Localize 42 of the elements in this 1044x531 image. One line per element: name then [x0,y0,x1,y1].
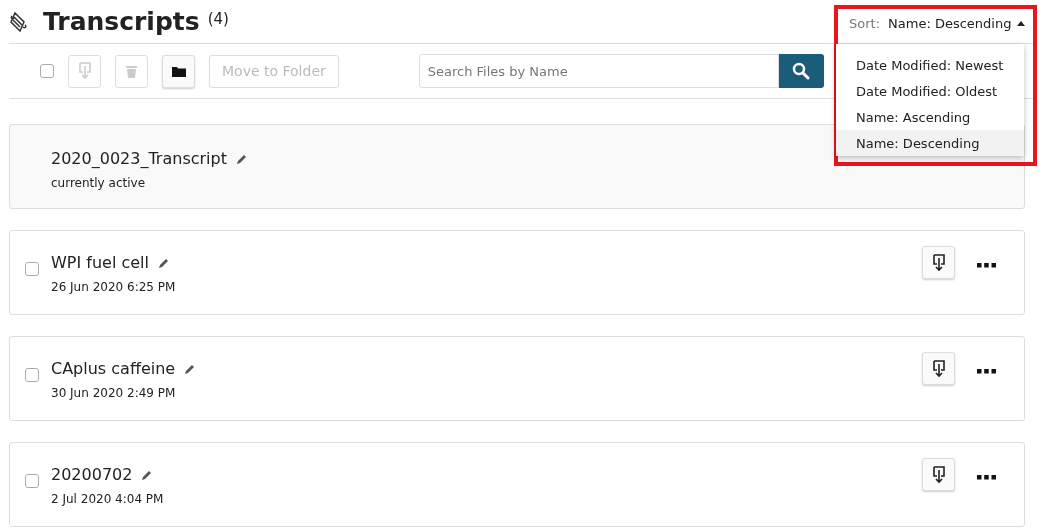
file-name: WPI fuel cell [51,253,149,272]
sort-option[interactable]: Name: Descending [836,130,1024,156]
sort-label: Sort: [849,16,881,31]
file-checkbox[interactable] [25,262,39,276]
file-name: 20200702 [51,465,133,484]
file-count: (4) [207,9,229,28]
download-icon [931,359,946,378]
download-button[interactable] [922,458,955,491]
download-icon [931,253,946,272]
file-date: 2 Jul 2020 4:04 PM [51,492,165,506]
sort-dropdown[interactable]: Name: Descending [888,16,1026,31]
download-icon [77,62,92,80]
download-button[interactable] [922,352,955,385]
file-checkbox[interactable] [25,474,39,488]
download-button[interactable] [922,246,955,279]
folder-button[interactable] [162,54,195,88]
more-icon [977,368,996,374]
pencil-icon[interactable] [184,362,197,375]
file-date: 26 Jun 2020 6:25 PM [51,280,177,294]
more-icon [977,262,996,268]
search-icon [792,62,811,80]
file-checkbox[interactable] [25,368,39,382]
download-icon [931,465,946,484]
select-all-checkbox[interactable] [40,64,54,78]
file-name: 2020_0023_Transcript [51,149,227,168]
sort-option[interactable]: Date Modified: Oldest [836,78,1024,104]
folder-icon [171,65,186,77]
pencil-icon[interactable] [235,152,248,165]
pencil-icon[interactable] [157,256,170,269]
search-field[interactable]: Search Files by Name [418,54,779,88]
caret-icon [1017,21,1026,26]
file-date: 30 Jun 2020 2:49 PM [51,386,177,400]
pencil-icon[interactable] [141,468,154,481]
more-icon [977,474,996,480]
sort-option[interactable]: Name: Ascending [836,104,1024,130]
trash-icon [126,64,137,78]
file-name: CAplus caffeine [51,359,176,378]
scroll-icon [9,10,29,33]
status-text: currently active [51,176,146,190]
search-button[interactable] [778,54,824,88]
sort-option[interactable]: Date Modified: Newest [836,52,1024,78]
page-title: Transcripts [43,7,200,36]
